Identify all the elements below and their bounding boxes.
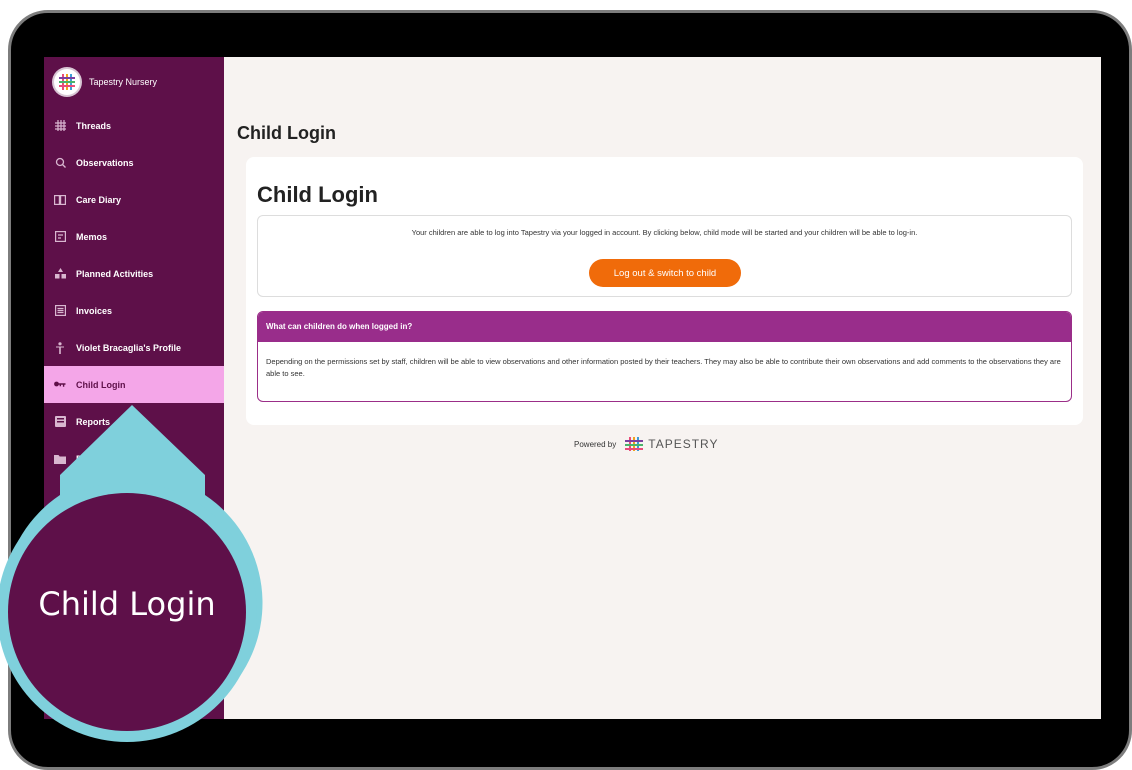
callout-bubble xyxy=(0,405,263,742)
callout-label: Child Login xyxy=(38,585,216,623)
